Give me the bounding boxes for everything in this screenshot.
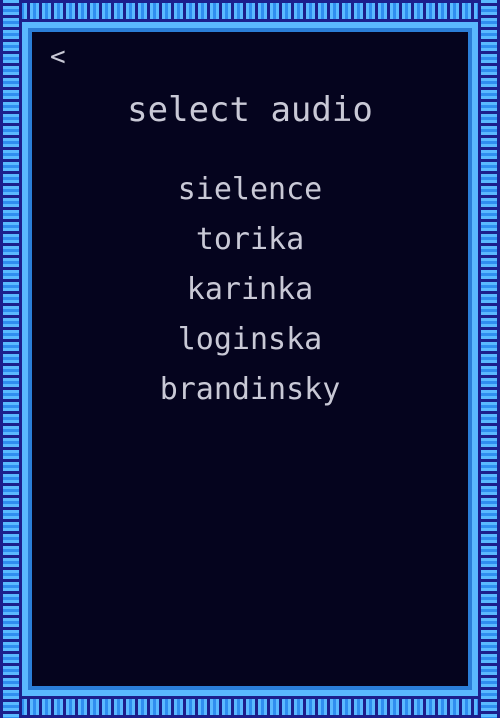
- border-bottom: [0, 696, 500, 718]
- audio-option-brandinsky[interactable]: brandinsky: [32, 370, 468, 420]
- audio-option-list: sielence torika karinka loginska brandin…: [32, 170, 468, 420]
- border-top: [0, 0, 500, 22]
- inner-border: < select audio sielence torika karinka l…: [22, 22, 478, 696]
- audio-option-torika[interactable]: torika: [32, 220, 468, 270]
- back-arrow-icon[interactable]: <: [50, 42, 66, 72]
- back-button[interactable]: <: [50, 44, 66, 70]
- page-title: select audio: [127, 90, 373, 130]
- audio-option-sielence[interactable]: sielence: [32, 170, 468, 220]
- inner-border-shade: < select audio sielence torika karinka l…: [28, 28, 472, 690]
- border-right: [478, 0, 500, 718]
- border-left: [0, 0, 22, 718]
- audio-option-loginska[interactable]: loginska: [32, 320, 468, 370]
- menu-screen: < select audio sielence torika karinka l…: [32, 32, 468, 686]
- audio-option-karinka[interactable]: karinka: [32, 270, 468, 320]
- ornamental-border: < select audio sielence torika karinka l…: [0, 0, 500, 718]
